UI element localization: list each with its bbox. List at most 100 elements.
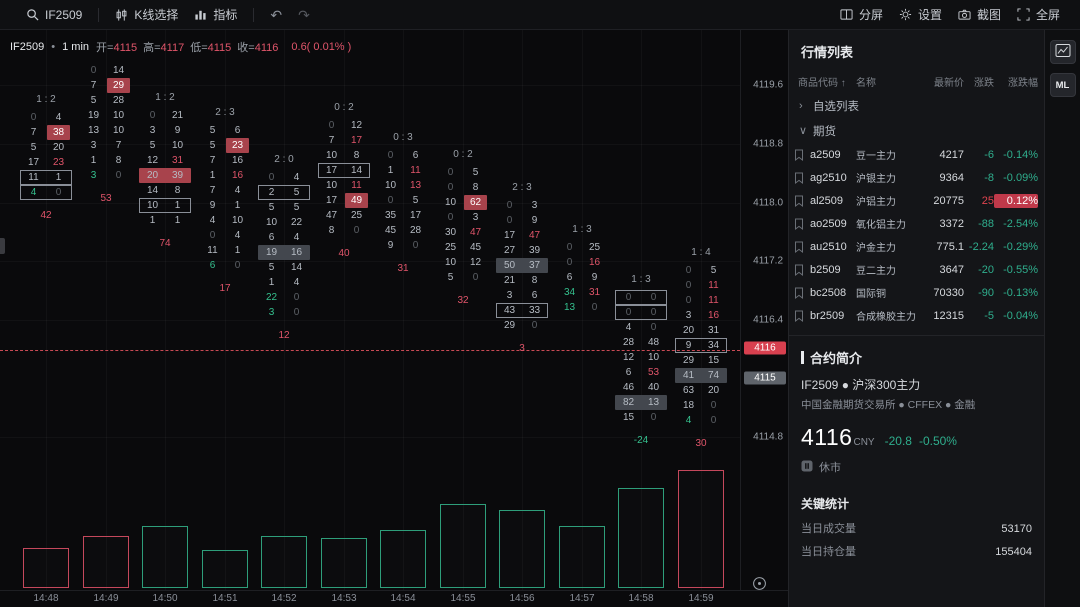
indicators-button[interactable]: 指标 (194, 0, 237, 30)
col-header-change-pct[interactable]: 涨跌幅 (994, 74, 1038, 89)
time-axis-label: 14:52 (266, 593, 302, 604)
fullscreen-button[interactable]: 全屏 (1017, 0, 1060, 30)
col-header-name[interactable]: 名称 (856, 74, 922, 89)
footprint-cell-row: 91 (199, 198, 251, 213)
footprint-column: 0 : 205081062033047254510125032 (437, 165, 489, 306)
footprint-cell-row: 116 (199, 168, 251, 183)
footprint-cell-row: 934 (675, 338, 727, 353)
group-futures-label: 期货 (813, 123, 836, 139)
footprint-cell-row: 30 (258, 305, 310, 320)
instrument-name: 豆二主力 (856, 262, 922, 277)
instrument-name: 豆一主力 (856, 147, 922, 162)
screenshot-button[interactable]: 截图 (958, 0, 1001, 30)
redo-icon: ↷ (298, 0, 310, 30)
list-item[interactable]: br2509合成橡胶主力12315-5-0.04% (789, 304, 1044, 327)
footprint-cell-row: 717 (318, 133, 370, 148)
footprint-cell-row: 180 (675, 398, 727, 413)
volume-bar (678, 470, 724, 588)
time-axis[interactable]: 14:4814:4914:5014:5114:5214:5314:5414:55… (0, 590, 788, 607)
contract-section-head: 合约简介 (789, 336, 1044, 373)
chevron-down-icon: ∨ (799, 124, 807, 137)
contract-change-pct: -0.50% (919, 434, 957, 448)
footprint-cell-row: 523 (199, 138, 251, 153)
footprint-cell-row: 290 (496, 318, 548, 333)
bookmark-icon (794, 287, 810, 299)
footprint-cell-row: 05 (437, 165, 489, 180)
list-item[interactable]: a2509豆一主力4217-6-0.14% (789, 143, 1044, 166)
footprint-cell-row: 1013 (377, 178, 429, 193)
contract-currency: CNY (853, 437, 874, 448)
delta-footer: 31 (377, 263, 429, 274)
price-axis-label: 4114.8 (753, 432, 783, 443)
list-item[interactable]: au2510沪金主力775.1-2.24-0.29% (789, 235, 1044, 258)
legend-symbol: IF2509 (10, 41, 44, 53)
reset-view-button[interactable] (750, 576, 768, 594)
volume-bar (23, 548, 69, 588)
list-item[interactable]: bc2508国际铜70330-90-0.13% (789, 281, 1044, 304)
footprint-cell-row: 74 (199, 183, 251, 198)
footprint-cell-row: 36 (496, 288, 548, 303)
stats-rows: 当日成交量53170当日持仓量155404 (789, 518, 1044, 564)
instrument-name: 合成橡胶主力 (856, 308, 922, 323)
instrument-change: -20 (964, 264, 994, 276)
topbar: IF2509 K线选择 指标 ↶ ↷ 分屏 设置 (0, 0, 1080, 30)
footprint-cell-row: 218 (496, 273, 548, 288)
list-item[interactable]: ag2510沪银主力9364-8-0.09% (789, 166, 1044, 189)
instrument-change-pct: -0.04% (994, 310, 1038, 322)
market-status-label: 休市 (819, 459, 841, 475)
footprint-cell-row: 4528 (377, 223, 429, 238)
instrument-name: 沪金主力 (856, 239, 922, 254)
delta-footer: 32 (437, 295, 489, 306)
redo-button[interactable]: ↷ (298, 0, 310, 30)
group-watchlist[interactable]: › 自选列表 (789, 93, 1044, 118)
volume-bar (559, 526, 605, 588)
col-header-price[interactable]: 最新价 (922, 74, 964, 89)
group-futures[interactable]: ∨ 期货 (789, 118, 1044, 143)
list-item[interactable]: ao2509氧化铝主力3372-88-2.54% (789, 212, 1044, 235)
market-status: 休市 (789, 451, 1044, 475)
ml-panel-button[interactable]: ML (1050, 73, 1076, 97)
drawing-toolbar-handle[interactable] (0, 238, 5, 254)
time-axis-label: 14:49 (88, 593, 124, 604)
image-chart-icon (1055, 43, 1071, 61)
symbol-search-button[interactable]: IF2509 (26, 0, 82, 30)
footprint-cell-row: 1012 (437, 255, 489, 270)
price-axis[interactable]: 4119.64118.84118.04117.24116.44114.84116… (740, 30, 788, 590)
volume-bar (202, 550, 248, 588)
sort-arrow-icon: ↑ (841, 78, 846, 89)
footprint-cell-row: 00 (615, 290, 667, 305)
list-item[interactable]: b2509豆二主力3647-20-0.55% (789, 258, 1044, 281)
instrument-name: 国际铜 (856, 285, 922, 300)
split-screen-button[interactable]: 分屏 (840, 0, 883, 30)
footprint-cell-row: 56 (199, 123, 251, 138)
legend-change: 0.6( 0.01% ) (291, 41, 351, 53)
col-header-change[interactable]: 涨跌 (964, 74, 994, 89)
chart-region[interactable]: IF2509 • 1 min 开=4115高=4117低=4115收=4116 … (0, 30, 788, 607)
instrument-change-pct: -2.54% (994, 218, 1038, 230)
footprint-column: 1 : 3025016693431130 (556, 240, 608, 315)
footprint-cell-row: 220 (258, 290, 310, 305)
instrument-change-pct: -0.55% (994, 264, 1038, 276)
settings-button[interactable]: 设置 (899, 0, 942, 30)
footprint-cell-row: 514 (258, 260, 310, 275)
stat-row: 当日持仓量155404 (789, 541, 1044, 564)
footprint-cell-row: 64 (258, 230, 310, 245)
footprint-cell-row: 1231 (139, 153, 191, 168)
instrument-code: ao2509 (810, 218, 856, 230)
imbalance-label: 0 : 2 (318, 102, 370, 113)
kline-select-button[interactable]: K线选择 (115, 0, 178, 30)
undo-button[interactable]: ↶ (270, 0, 282, 30)
footprint-cell-row: 2039 (139, 168, 191, 183)
instrument-name: 沪铝主力 (856, 193, 922, 208)
instrument-name: 沪银主力 (856, 170, 922, 185)
col-header-code[interactable]: 商品代码 ↑ (794, 74, 856, 89)
footprint-cell-row: 101 (139, 198, 191, 213)
list-item[interactable]: al2509沪铝主力20775250.12% (789, 189, 1044, 212)
time-axis-label: 14:59 (683, 593, 719, 604)
instrument-code: au2510 (810, 241, 856, 253)
delta-footer: 74 (139, 238, 191, 249)
chart-snapshot-panel-button[interactable] (1050, 40, 1076, 64)
volume-bar (440, 504, 486, 588)
instrument-price: 4217 (922, 149, 964, 161)
footprint-cell-row: 108 (318, 148, 370, 163)
